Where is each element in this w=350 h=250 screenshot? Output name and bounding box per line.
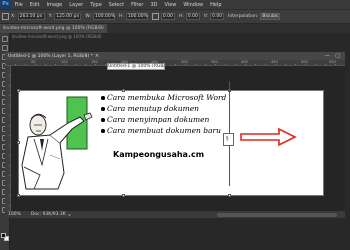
- transform-handle[interactable]: [122, 194, 125, 197]
- floating-window-titlebar[interactable]: Untitled-1 @ 100% (Layer 1, RGB/8) * × —…: [5, 52, 345, 60]
- document-tooltip: Untitled-1 @ 100% (RGB/8): [107, 63, 170, 70]
- v-skew-field[interactable]: 0.00: [210, 13, 225, 20]
- horizontal-scrollbar[interactable]: [217, 212, 337, 217]
- selection-glyph: §: [226, 136, 229, 142]
- photoshop-logo: Ps: [0, 0, 11, 9]
- ruler-number: 350: [211, 60, 218, 64]
- bullet-list: Cara membuka Microsoft Word Cara menutup…: [100, 92, 230, 136]
- floating-window-title[interactable]: Untitled-1 @ 100% (Layer 1, RGB/8) *: [5, 54, 93, 59]
- status-menu-arrow-icon[interactable]: ▸: [66, 212, 71, 217]
- ruler-number: 50: [31, 60, 36, 64]
- bullet-item: Cara membuat dokumen baru: [100, 125, 230, 136]
- height-field[interactable]: 100.00%: [125, 13, 148, 20]
- interpolation-select[interactable]: Bicubic: [260, 13, 281, 20]
- brand-text: Kampeongusaha.cm: [113, 150, 205, 159]
- foreground-color-swatch[interactable]: [1, 233, 6, 238]
- tab-background-document[interactable]: ikvideo-microsoft-word.png @ 100% (RGB/8…: [0, 24, 107, 33]
- ruler-number: 300: [181, 60, 188, 64]
- zoom-level[interactable]: 100%: [5, 212, 21, 217]
- menu-layer[interactable]: Layer: [66, 2, 87, 8]
- ruler-number: 100: [61, 60, 68, 64]
- close-icon[interactable]: ×: [95, 53, 99, 59]
- menu-filter[interactable]: Filter: [128, 2, 147, 8]
- workspace-bottom: [10, 218, 350, 250]
- menu-type[interactable]: Type: [87, 2, 105, 8]
- reference-point-icon[interactable]: [2, 13, 9, 20]
- menu-file[interactable]: File: [11, 2, 26, 8]
- bullet-item: Cara menyimpan dokumen: [100, 114, 230, 125]
- angle-field[interactable]: 0.00: [160, 13, 175, 20]
- ruler-number: 150: [91, 60, 98, 64]
- document-size: Doc: 93K/93.3K: [30, 212, 66, 217]
- x-label: X:: [11, 14, 16, 19]
- w-label: W:: [85, 14, 91, 19]
- red-arrow-icon: [240, 127, 297, 147]
- interpolation-label: Interpolation:: [228, 14, 259, 19]
- menu-view[interactable]: View: [161, 2, 180, 8]
- ruler-number: 450: [271, 60, 278, 64]
- menu-select[interactable]: Select: [105, 2, 127, 8]
- ruler-number: 550: [329, 60, 336, 64]
- menu-bar: Ps File Edit Image Layer Type Select Fil…: [0, 0, 350, 9]
- h-skew-label: H:: [178, 14, 184, 19]
- x-field[interactable]: 263.50 px: [17, 13, 45, 20]
- options-bar: X: 263.50 px Y: 125.00 px W: 100.00% H: …: [0, 9, 350, 23]
- transform-handle[interactable]: [228, 194, 231, 197]
- menu-help[interactable]: Help: [207, 2, 225, 8]
- status-bar: 100% Doc: 93K/93.3K ▸: [5, 211, 345, 218]
- menu-window[interactable]: Window: [180, 2, 207, 8]
- y-field[interactable]: 125.00 px: [54, 13, 82, 20]
- menu-image[interactable]: Image: [43, 2, 66, 8]
- move-tool-icon[interactable]: [1, 36, 8, 42]
- background-document-title: ikvideo-microsoft-word.png @ 100% (RGB/8…: [12, 34, 102, 39]
- v-skew-label: V:: [203, 14, 209, 19]
- bullet-item: Cara membuka Microsoft Word: [100, 92, 230, 103]
- bullet-item: Cara menutup dokumen: [100, 103, 230, 114]
- document-tabs: ikvideo-microsoft-word.png @ 100% (RGB/8…: [0, 24, 350, 33]
- h-label: H:: [118, 14, 124, 19]
- h-skew-field[interactable]: 0.00: [185, 13, 200, 20]
- window-controls[interactable]: — □: [325, 53, 345, 59]
- ruler-number: 500: [301, 60, 308, 64]
- ruler-number: 400: [241, 60, 248, 64]
- transform-handle[interactable]: [17, 89, 20, 92]
- menu-edit[interactable]: Edit: [26, 2, 43, 8]
- menu-3d[interactable]: 3D: [147, 2, 161, 8]
- y-label: Y:: [48, 14, 53, 19]
- angle-icon: [151, 13, 159, 20]
- width-field[interactable]: 100.00%: [92, 13, 115, 20]
- marquee-tool-icon[interactable]: [1, 45, 8, 51]
